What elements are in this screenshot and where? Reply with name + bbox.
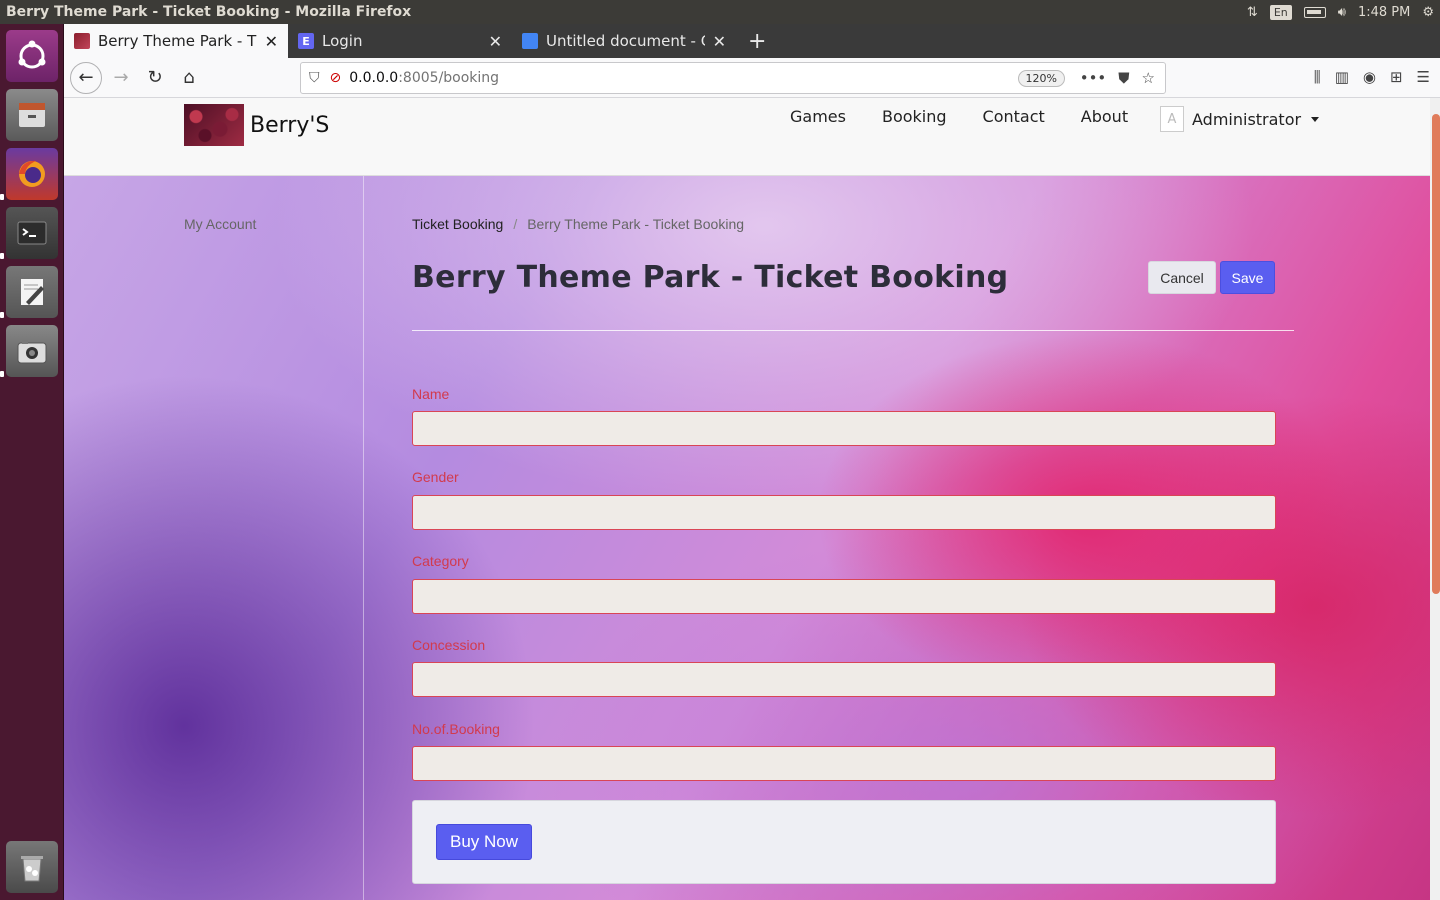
account-icon[interactable]: ◉ — [1363, 68, 1376, 86]
terminal-icon[interactable] — [6, 207, 58, 259]
scrollbar-thumb[interactable] — [1432, 114, 1440, 594]
name-label: Name — [412, 386, 450, 402]
extensions-icon[interactable]: ⊞ — [1390, 68, 1403, 86]
nav-about[interactable]: About — [1081, 107, 1128, 126]
user-menu[interactable]: A Administrator — [1160, 106, 1320, 132]
keyboard-layout-indicator[interactable]: En — [1269, 4, 1292, 20]
text-editor-icon[interactable] — [6, 266, 58, 318]
category-label: Category — [412, 553, 469, 569]
brand[interactable]: Berry'S — [184, 104, 329, 146]
shield-icon[interactable]: ⛉ — [309, 70, 320, 86]
nav-booking[interactable]: Booking — [882, 107, 947, 126]
berry-icon — [74, 33, 90, 49]
site-nav: Games Booking Contact About — [790, 107, 1128, 126]
buy-now-button[interactable]: Buy Now — [436, 824, 532, 860]
panel-indicators: ⇅ En 🔊︎ 1:48 PM ⚙ — [1247, 4, 1434, 20]
breadcrumb: Ticket Booking / Berry Theme Park - Tick… — [412, 216, 744, 232]
network-transfer-icon[interactable]: ⇅ — [1247, 5, 1258, 20]
url-bar[interactable]: ⛉ ⊘ 0.0.0.0:8005/booking 120% ••• ⛊ ☆ — [300, 62, 1166, 94]
forward-button[interactable]: → — [106, 63, 136, 93]
close-icon[interactable]: ✕ — [265, 32, 278, 51]
sidebar-item-my-account[interactable]: My Account — [184, 216, 256, 232]
no-of-booking-field[interactable] — [412, 746, 1276, 781]
brand-name: Berry'S — [250, 112, 330, 138]
running-indicator — [0, 194, 4, 200]
nav-games[interactable]: Games — [790, 107, 846, 126]
caret-down-icon — [1311, 116, 1320, 122]
tab-label: Berry Theme Park - Ticket Booking — [98, 32, 257, 50]
new-tab-button[interactable]: + — [736, 24, 778, 58]
category-field[interactable] — [412, 579, 1276, 614]
breadcrumb-separator: / — [513, 216, 518, 232]
insecure-lock-icon[interactable]: ⊘ — [330, 70, 342, 86]
submit-panel: Buy Now — [412, 800, 1276, 884]
url-actions: ••• ⛊ ☆ — [1080, 69, 1155, 87]
url-path: :8005/booking — [398, 70, 500, 86]
user-name: Administrator — [1192, 109, 1302, 129]
e-icon: E — [298, 33, 314, 49]
tab-berry-booking[interactable]: Berry Theme Park - Ticket Booking ✕ — [64, 24, 288, 58]
divider — [412, 330, 1294, 331]
running-indicator — [0, 312, 4, 318]
site-header: Berry'S Games Booking Contact About A Ad… — [64, 98, 1430, 176]
close-icon[interactable]: ✕ — [713, 32, 726, 51]
hamburger-menu-icon[interactable]: ☰ — [1417, 68, 1430, 86]
ubuntu-top-panel: Berry Theme Park - Ticket Booking - Mozi… — [0, 0, 1440, 24]
more-actions-icon[interactable]: ••• — [1080, 69, 1107, 87]
breadcrumb-current: Berry Theme Park - Ticket Booking — [527, 216, 745, 232]
trash-icon[interactable] — [6, 841, 58, 893]
sidebar-icon[interactable]: ▥ — [1335, 68, 1349, 86]
bookmark-star-icon[interactable]: ☆ — [1142, 69, 1155, 87]
gender-label: Gender — [412, 469, 459, 485]
zoom-level-badge[interactable]: 120% — [1017, 70, 1065, 87]
berry-logo-image — [184, 104, 244, 146]
running-indicator — [0, 371, 4, 377]
avatar: A — [1160, 106, 1184, 132]
browser-nav-bar: ← → ↻ ⌂ ⛉ ⊘ 0.0.0.0:8005/booking 120% ••… — [64, 58, 1440, 98]
nav-contact[interactable]: Contact — [983, 107, 1045, 126]
close-icon[interactable]: ✕ — [489, 32, 502, 51]
sidebar: My Account — [64, 176, 364, 900]
tab-label: Login — [322, 32, 363, 50]
web-page: Berry'S Games Booking Contact About A Ad… — [64, 98, 1430, 900]
ubuntu-launcher — [0, 24, 64, 900]
name-field[interactable] — [412, 411, 1276, 446]
browser-tab-bar: Berry Theme Park - Ticket Booking ✕ E Lo… — [64, 24, 1440, 58]
battery-icon[interactable] — [1303, 6, 1326, 18]
library-icon[interactable]: ⫼ — [1314, 68, 1321, 86]
volume-icon[interactable]: 🔊︎ — [1338, 5, 1346, 20]
tab-login[interactable]: E Login ✕ — [288, 24, 512, 58]
firefox-icon[interactable] — [6, 148, 58, 200]
url-host: 0.0.0.0 — [349, 70, 399, 86]
window-title: Berry Theme Park - Ticket Booking - Mozi… — [6, 4, 412, 20]
main-content: My Account Ticket Booking / Berry Theme … — [64, 176, 1430, 900]
gender-field[interactable] — [412, 495, 1276, 530]
camera-icon[interactable] — [6, 325, 58, 377]
pocket-icon[interactable]: ⛊ — [1118, 69, 1129, 87]
back-button[interactable]: ← — [70, 61, 102, 94]
files-icon[interactable] — [6, 89, 58, 141]
no-of-booking-label: No.of.Booking — [412, 721, 500, 737]
tab-label: Untitled document - Google Docs — [546, 32, 705, 50]
concession-field[interactable] — [412, 662, 1276, 697]
cancel-button[interactable]: Cancel — [1148, 261, 1216, 294]
running-indicator — [0, 253, 4, 259]
docs-icon — [522, 33, 538, 49]
reload-button[interactable]: ↻ — [140, 63, 170, 93]
breadcrumb-parent[interactable]: Ticket Booking — [412, 216, 503, 232]
settings-gear-icon[interactable]: ⚙ — [1422, 5, 1434, 20]
tab-google-docs[interactable]: Untitled document - Google Docs ✕ — [512, 24, 736, 58]
concession-label: Concession — [412, 637, 486, 653]
home-button[interactable]: ⌂ — [174, 63, 204, 93]
ubuntu-dash-icon[interactable] — [6, 30, 58, 82]
page-title: Berry Theme Park - Ticket Booking — [412, 260, 1009, 295]
browser-toolbar-right: ⫼ ▥ ◉ ⊞ ☰ — [1314, 68, 1430, 86]
save-button[interactable]: Save — [1220, 261, 1275, 294]
page-scrollbar[interactable] — [1430, 98, 1440, 900]
clock[interactable]: 1:48 PM — [1358, 5, 1410, 20]
